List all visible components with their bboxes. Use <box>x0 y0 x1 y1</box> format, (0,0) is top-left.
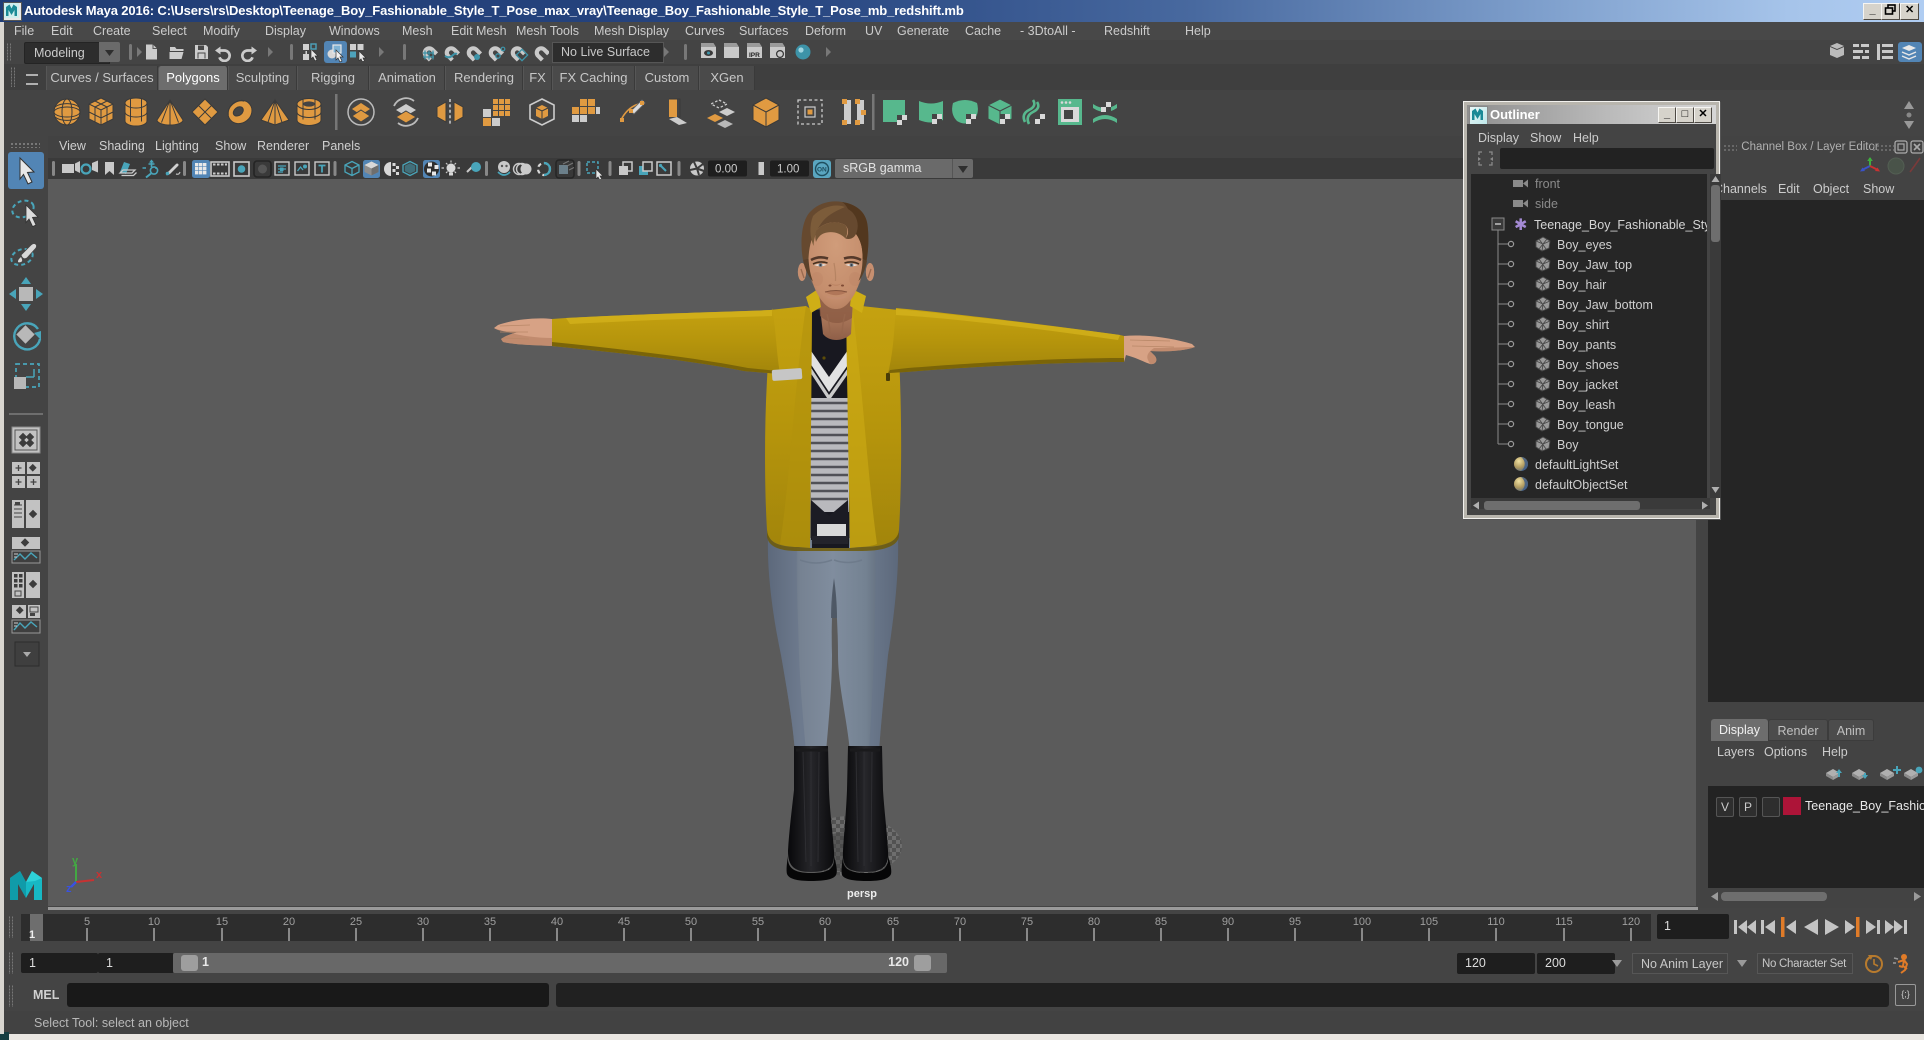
svg-text:35: 35 <box>484 916 496 928</box>
svg-text:65: 65 <box>887 916 899 928</box>
svg-text:Boy_pants: Boy_pants <box>1557 338 1616 352</box>
svg-text:side: side <box>1535 197 1558 211</box>
svg-text:front: front <box>1535 177 1561 191</box>
svg-text:25: 25 <box>350 916 362 928</box>
svg-text:110: 110 <box>1487 916 1505 928</box>
svg-text:0.00: 0.00 <box>715 164 737 176</box>
svg-text:Boy_eyes: Boy_eyes <box>1557 238 1612 252</box>
svg-text:x: x <box>96 869 103 881</box>
svg-text:55: 55 <box>752 916 764 928</box>
svg-text:100: 100 <box>1353 916 1371 928</box>
svg-text:1: 1 <box>29 929 35 941</box>
svg-text:IPR: IPR <box>749 52 760 59</box>
svg-text:40: 40 <box>551 916 563 928</box>
svg-text:Boy_shirt: Boy_shirt <box>1557 318 1610 332</box>
svg-text:5: 5 <box>84 916 90 928</box>
svg-text:Boy: Boy <box>1557 438 1579 452</box>
svg-text:95: 95 <box>1289 916 1301 928</box>
svg-text:Boy_shoes: Boy_shoes <box>1557 358 1619 372</box>
svg-text:Boy_leash: Boy_leash <box>1557 398 1615 412</box>
svg-text:85: 85 <box>1155 916 1167 928</box>
svg-text:defaultLightSet: defaultLightSet <box>1535 458 1619 472</box>
svg-text:ON: ON <box>817 167 827 174</box>
svg-text:Teenage_Boy_Fashionable_Style_: Teenage_Boy_Fashionable_Style_ <box>1534 218 1707 232</box>
svg-text:10: 10 <box>148 916 160 928</box>
svg-text:Boy_hair: Boy_hair <box>1557 278 1606 292</box>
svg-text:Boy_tongue: Boy_tongue <box>1557 418 1624 432</box>
svg-text:50: 50 <box>685 916 697 928</box>
svg-text:60: 60 <box>819 916 831 928</box>
svg-text:30: 30 <box>417 916 429 928</box>
svg-text:✱: ✱ <box>1514 217 1527 234</box>
svg-text:45: 45 <box>618 916 630 928</box>
svg-text:y: y <box>72 855 79 867</box>
svg-text:Boy_Jaw_top: Boy_Jaw_top <box>1557 258 1632 272</box>
svg-text:Boy_jacket: Boy_jacket <box>1557 378 1619 392</box>
svg-text:90: 90 <box>1222 916 1234 928</box>
svg-text:80: 80 <box>1088 916 1100 928</box>
svg-text:105: 105 <box>1420 916 1438 928</box>
svg-text:120: 120 <box>1622 916 1640 928</box>
svg-text:defaultObjectSet: defaultObjectSet <box>1535 478 1628 492</box>
svg-text:75: 75 <box>1021 916 1033 928</box>
svg-text:20: 20 <box>283 916 295 928</box>
svg-text:70: 70 <box>954 916 966 928</box>
svg-text:15: 15 <box>216 916 228 928</box>
svg-text:Boy_Jaw_bottom: Boy_Jaw_bottom <box>1557 298 1653 312</box>
svg-text:115: 115 <box>1555 916 1573 928</box>
svg-text:z: z <box>66 883 72 895</box>
svg-text:1.00: 1.00 <box>777 164 799 176</box>
